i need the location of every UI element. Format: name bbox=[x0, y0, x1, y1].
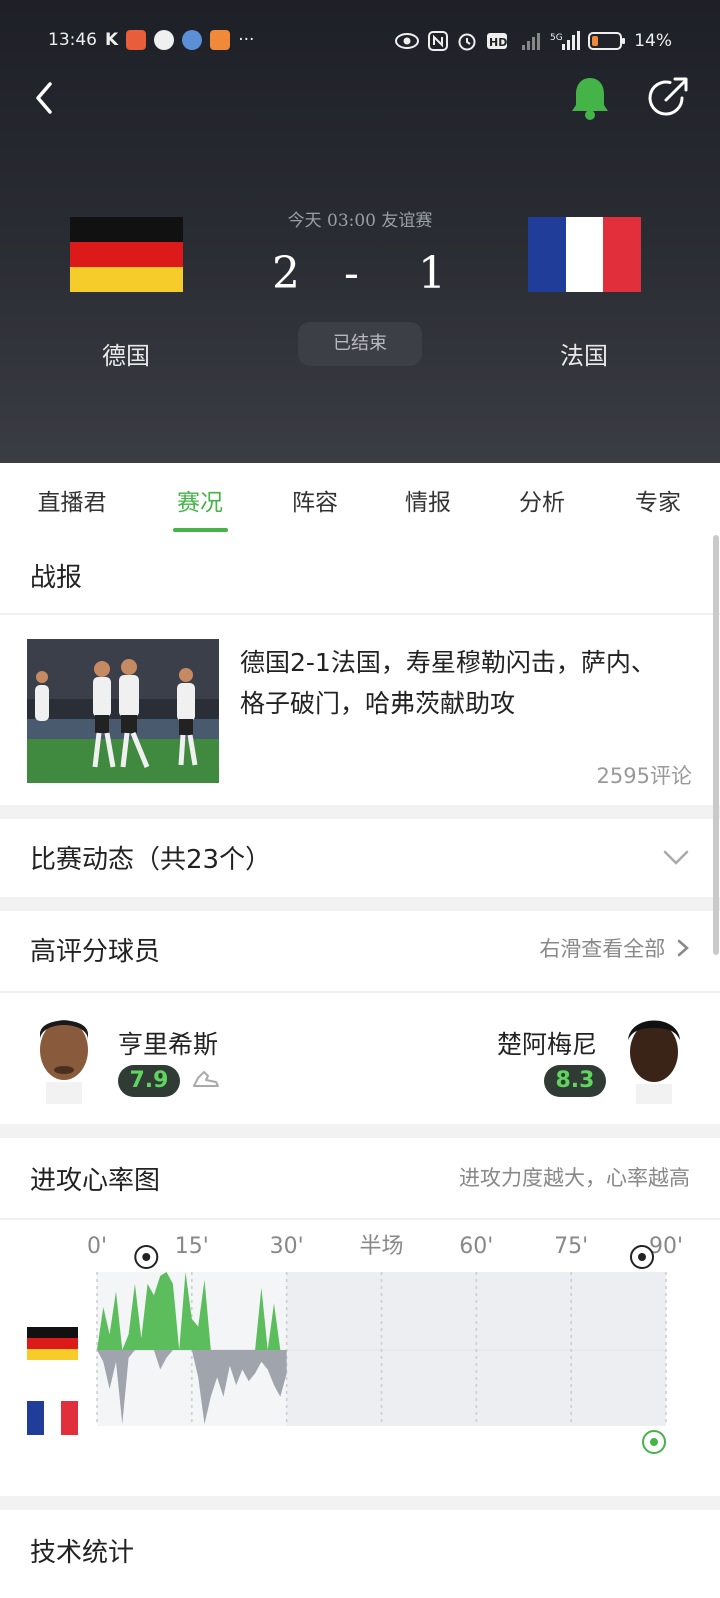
soccer-ball-patch bbox=[142, 1253, 151, 1261]
app-icon bbox=[182, 30, 203, 50]
tab-analysis[interactable]: 分析 bbox=[492, 483, 592, 517]
away-player-name[interactable]: 楚阿梅尼 bbox=[497, 1025, 597, 1061]
ting-icon bbox=[126, 30, 147, 50]
battery-percent: 14% bbox=[634, 31, 672, 51]
nfc-icon bbox=[428, 31, 449, 51]
chevron-down-icon[interactable] bbox=[662, 849, 690, 867]
chart-tick-label: 0' bbox=[87, 1234, 107, 1259]
away-team-flag bbox=[528, 217, 641, 292]
divider bbox=[0, 1218, 720, 1220]
away-score: 1 bbox=[418, 248, 446, 299]
report-title: 战报 bbox=[30, 563, 83, 593]
chat-bubble-icon bbox=[154, 30, 175, 50]
chart-tick-label: 半场 bbox=[359, 1234, 403, 1259]
top-players-title: 高评分球员 bbox=[30, 937, 161, 967]
events-title: 比赛动态（共23个） bbox=[30, 845, 272, 875]
football-players-image bbox=[27, 639, 219, 783]
boot-icon bbox=[193, 1071, 219, 1087]
team-legend bbox=[27, 1327, 78, 1435]
taobao-icon bbox=[210, 30, 231, 50]
alarm-icon bbox=[458, 33, 476, 51]
score-separator: - bbox=[344, 248, 359, 299]
attack-heartbeat-chart: 0' 15' 30' 半场 60' 75' 90' bbox=[27, 1234, 683, 1454]
chart-tick-label: 15' bbox=[175, 1234, 209, 1259]
attack-chart-hint: 进攻力度越大，心率越高 bbox=[459, 1166, 690, 1190]
svg-text:HD: HD bbox=[489, 36, 507, 49]
swipe-hint[interactable]: 右滑查看全部 bbox=[539, 933, 690, 963]
news-thumbnail[interactable] bbox=[27, 639, 219, 783]
active-tab-indicator bbox=[173, 528, 228, 532]
tab-experts[interactable]: 专家 bbox=[608, 483, 708, 517]
status-bar: 13:46 K ··· HD 5G 14% bbox=[48, 30, 672, 58]
eye-icon bbox=[395, 33, 420, 49]
chart-tick-label: 75' bbox=[554, 1234, 588, 1259]
swipe-hint-label: 右滑查看全部 bbox=[539, 937, 666, 961]
divider bbox=[0, 613, 720, 615]
scoreboard: 2 - 1 bbox=[260, 248, 460, 299]
away-player-rating: 8.3 bbox=[544, 1065, 606, 1097]
soccer-ball-patch bbox=[638, 1253, 646, 1261]
chevron-right-icon bbox=[677, 939, 689, 957]
bell-icon[interactable] bbox=[568, 74, 612, 122]
tab-live-host[interactable]: 直播君 bbox=[22, 483, 122, 517]
k-icon: K bbox=[105, 30, 119, 50]
share-icon[interactable] bbox=[644, 74, 692, 122]
clock: 13:46 bbox=[48, 30, 97, 50]
tab-intel[interactable]: 情报 bbox=[378, 483, 478, 517]
attack-chart-title: 进攻心率图 bbox=[30, 1166, 161, 1196]
away-player-avatar[interactable] bbox=[622, 1010, 686, 1104]
battery-icon bbox=[588, 32, 626, 50]
home-team-flag bbox=[70, 217, 183, 292]
chart-tick-label: 90' bbox=[649, 1234, 683, 1259]
tab-lineup[interactable]: 阵容 bbox=[265, 483, 365, 517]
tech-stats-title: 技术统计 bbox=[30, 1538, 135, 1568]
hd-icon: HD bbox=[487, 33, 508, 49]
match-info: 今天 03:00 友谊赛 bbox=[287, 211, 433, 231]
match-header: 13:46 K ··· HD 5G 14% 德国 法国 今天 03:00 友谊赛 bbox=[0, 0, 720, 463]
france-flag-icon bbox=[27, 1401, 78, 1435]
more-icon: ··· bbox=[238, 30, 255, 50]
top-players-card: 高评分球员 右滑查看全部 bbox=[0, 911, 720, 1124]
soccer-ball-patch bbox=[650, 1438, 658, 1446]
home-team-name[interactable]: 德国 bbox=[46, 336, 206, 371]
news-comment-count: 2595评论 bbox=[596, 764, 692, 788]
home-player-avatar[interactable] bbox=[32, 1010, 96, 1104]
scrollbar[interactable] bbox=[713, 535, 719, 955]
match-events-card[interactable]: 比赛动态（共23个） bbox=[0, 819, 720, 897]
home-player-name[interactable]: 亨里希斯 bbox=[118, 1025, 218, 1061]
away-team-name[interactable]: 法国 bbox=[504, 336, 664, 371]
tab-match-status[interactable]: 赛况 bbox=[150, 483, 250, 517]
home-score: 2 bbox=[272, 248, 300, 299]
signal-icon bbox=[522, 33, 541, 50]
chart-tick-label: 60' bbox=[459, 1234, 493, 1259]
news-headline[interactable]: 德国2-1法国，寿星穆勒闪击，萨内、格子破门，哈弗茨献助攻 bbox=[240, 642, 680, 724]
tab-bar: 直播君 赛况 阵容 情报 分析 专家 bbox=[0, 463, 720, 535]
germany-flag-icon bbox=[27, 1327, 78, 1360]
chart-tick-label: 30' bbox=[270, 1234, 304, 1259]
match-status-badge: 已结束 bbox=[298, 322, 422, 366]
divider bbox=[0, 991, 720, 993]
back-icon[interactable] bbox=[30, 80, 60, 116]
svg-text:5G: 5G bbox=[550, 33, 563, 43]
home-player-rating: 7.9 bbox=[118, 1065, 180, 1097]
tech-stats-card: 技术统计 bbox=[0, 1510, 720, 1598]
5g-signal-icon: 5G bbox=[550, 31, 581, 50]
